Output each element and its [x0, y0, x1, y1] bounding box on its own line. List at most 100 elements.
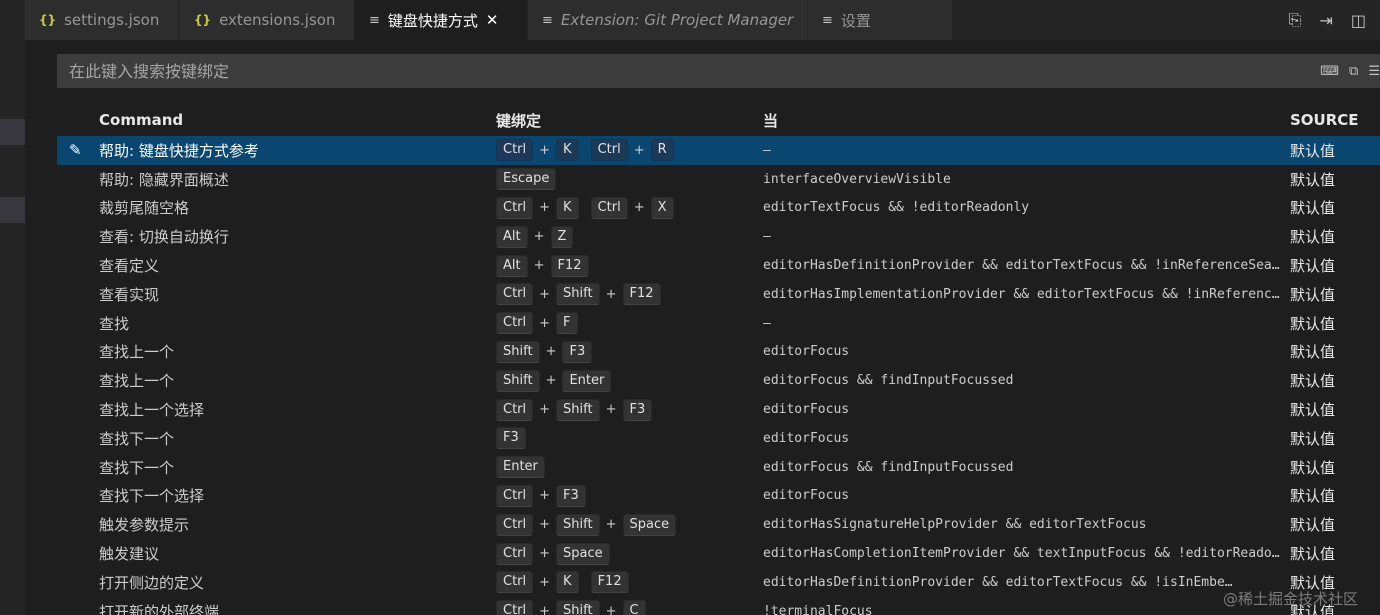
- explorer-edge: [0, 0, 25, 615]
- clear-search-icon[interactable]: ☰: [1368, 64, 1380, 79]
- plus-separator: +: [539, 286, 551, 302]
- table-row[interactable]: 裁剪尾随空格 Ctrl + K Ctrl + XeditorTextFocus && !ed…: [57, 194, 1380, 223]
- source-cell: 默认值: [1290, 516, 1336, 535]
- source-cell: 默认值: [1290, 285, 1336, 304]
- key-cap: Ctrl: [590, 196, 628, 219]
- plus-separator: +: [539, 402, 551, 418]
- table-row[interactable]: 查看: 切换自动换行 Alt + Z — 默认值: [57, 222, 1380, 251]
- tab-extension-git-project-manager[interactable]: ≡ Extension: Git Project Manager: [528, 0, 808, 40]
- key-chord: Ctrl + R: [590, 139, 674, 162]
- key-cap: K: [556, 196, 579, 219]
- open-changes-icon[interactable]: ⇥: [1319, 11, 1332, 30]
- key-cap: R: [650, 139, 674, 162]
- table-row[interactable]: 查看实现 Ctrl + Shift + F12 editorHasImplementatio…: [57, 280, 1380, 309]
- tab-keyboard-shortcuts[interactable]: ≡ 键盘快捷方式 ✕: [355, 0, 528, 40]
- table-row[interactable]: 查找上一个选择 Ctrl + Shift + F3 editorFocus 默认值: [57, 395, 1380, 424]
- table-row[interactable]: 打开新的外部终端 Ctrl + Shift + C !terminalFocus 默认值: [57, 597, 1380, 615]
- keybinding-cell: Ctrl + K Ctrl + R: [496, 139, 686, 162]
- split-editor-icon[interactable]: ◫: [1351, 11, 1366, 30]
- key-chord: Ctrl + Shift + F12: [496, 283, 661, 306]
- vscode-window: {} settings.json {} extensions.json ≡ 键盘快捷方式 ✕…: [0, 0, 1380, 615]
- sort-by-precedence-icon[interactable]: ⧉: [1349, 64, 1358, 79]
- when-cell: editorTextFocus && !editorReadonly: [763, 200, 1030, 216]
- key-chord: Alt + F12: [496, 254, 589, 277]
- table-row[interactable]: 查找 Ctrl + F — 默认值: [57, 309, 1380, 338]
- key-chord: Enter: [496, 456, 545, 479]
- plus-separator: +: [539, 574, 551, 590]
- keybindings-search-input[interactable]: [57, 54, 1297, 88]
- key-cap: Ctrl: [590, 139, 628, 162]
- key-chord: Ctrl + Shift + C: [496, 600, 646, 615]
- tab-extensions-json[interactable]: {} extensions.json: [180, 0, 355, 40]
- source-cell: 默认值: [1290, 429, 1336, 448]
- plus-separator: +: [539, 142, 551, 158]
- table-row[interactable]: 查找下一个 Enter editorFocus && findInputFocuss…: [57, 453, 1380, 482]
- table-row[interactable]: 查找上一个 Shift + F3 editorFocus 默认值: [57, 338, 1380, 367]
- when-cell: —: [763, 315, 771, 331]
- key-cap: Ctrl: [496, 139, 534, 162]
- when-cell: —: [763, 142, 771, 158]
- command-cell: 查看定义: [99, 257, 160, 276]
- tab-label: extensions.json: [219, 11, 336, 29]
- command-cell: 查找下一个: [99, 429, 175, 448]
- tab-settings-json[interactable]: {} settings.json: [25, 0, 180, 40]
- plus-separator: +: [539, 603, 551, 615]
- tab-settings-zh[interactable]: ≡ 设置: [808, 0, 953, 40]
- pencil-icon[interactable]: ✎: [69, 141, 82, 159]
- table-row[interactable]: 查看定义 Alt + F12 editorHasDefinitionProvider &…: [57, 251, 1380, 280]
- source-cell: 默认值: [1290, 401, 1336, 420]
- keybinding-cell: Ctrl + Shift + F12: [496, 283, 673, 306]
- plus-separator: +: [533, 258, 545, 274]
- when-cell: editorHasDefinitionProvider && editorTex…: [763, 258, 1283, 274]
- table-row[interactable]: 查找下一个 F3 editorFocus 默认值: [57, 424, 1380, 453]
- keybinding-cell: Shift + Enter: [496, 369, 623, 392]
- when-cell: editorHasImplementationProvider && edito…: [763, 286, 1283, 302]
- when-cell: —: [763, 229, 771, 245]
- table-row[interactable]: 触发建议 Ctrl + Space editorHasCompletionItemPro…: [57, 539, 1380, 568]
- table-row[interactable]: 查找下一个选择 Ctrl + F3 editorFocus 默认值: [57, 482, 1380, 511]
- key-cap: F12: [622, 283, 661, 306]
- key-cap: Shift: [496, 340, 540, 363]
- plus-separator: +: [545, 344, 557, 360]
- key-cap: Alt: [496, 254, 528, 277]
- command-cell: 查找: [99, 314, 130, 333]
- plus-separator: +: [533, 229, 545, 245]
- explorer-selected-row[interactable]: [0, 197, 25, 223]
- key-cap: Shift: [496, 369, 540, 392]
- tab-bar: {} settings.json {} extensions.json ≡ 键盘快捷方式 ✕…: [25, 0, 1380, 40]
- key-cap: K: [556, 139, 579, 162]
- close-icon[interactable]: ✕: [486, 11, 499, 29]
- plus-separator: +: [539, 546, 551, 562]
- source-cell: 默认值: [1290, 199, 1336, 218]
- table-row[interactable]: 打开侧边的定义 Ctrl + K F12 editorHasDefinitionProvi…: [57, 568, 1380, 597]
- key-cap: Ctrl: [496, 571, 534, 594]
- plus-separator: +: [605, 402, 617, 418]
- key-cap: F3: [622, 398, 653, 421]
- key-chord: Ctrl + X: [590, 196, 674, 219]
- keybinding-cell: Enter: [496, 456, 557, 479]
- key-chord: Ctrl + Space: [496, 542, 610, 565]
- key-chord: Alt + Z: [496, 225, 574, 248]
- table-row[interactable]: 查找上一个 Shift + Enter editorFocus && findInput…: [57, 366, 1380, 395]
- table-row[interactable]: ✎ 帮助: 键盘快捷方式参考 Ctrl + K Ctrl + R — 默认值: [57, 136, 1380, 165]
- tab-label: 设置: [840, 11, 871, 30]
- explorer-selected-row[interactable]: [0, 119, 25, 145]
- plus-separator: +: [539, 517, 551, 533]
- plus-separator: +: [539, 200, 551, 216]
- source-cell: 默认值: [1290, 228, 1336, 247]
- plus-separator: +: [545, 373, 557, 389]
- key-chord: Ctrl + Shift + Space: [496, 513, 677, 536]
- table-row[interactable]: 帮助: 隐藏界面概述 Escape interfaceOverviewVisible…: [57, 165, 1380, 194]
- command-cell: 触发参数提示: [99, 516, 190, 535]
- key-cap: Shift: [556, 283, 600, 306]
- key-cap: Shift: [556, 600, 600, 615]
- keybindings-table: Command 键绑定 当 SOURCE ✎ 帮助: 键盘快捷方式参考 Ctrl + K…: [57, 104, 1380, 615]
- source-cell: 默认值: [1290, 141, 1336, 160]
- key-chord: F3: [496, 427, 526, 450]
- open-keybindings-json-icon[interactable]: ⎘: [1289, 10, 1302, 30]
- key-chord: Ctrl + Shift + F3: [496, 398, 653, 421]
- command-cell: 触发建议: [99, 545, 160, 564]
- key-chord: Ctrl + F3: [496, 484, 586, 507]
- table-row[interactable]: 触发参数提示 Ctrl + Shift + Space editorHasSignature…: [57, 510, 1380, 539]
- record-keys-icon[interactable]: ⌨: [1320, 64, 1339, 79]
